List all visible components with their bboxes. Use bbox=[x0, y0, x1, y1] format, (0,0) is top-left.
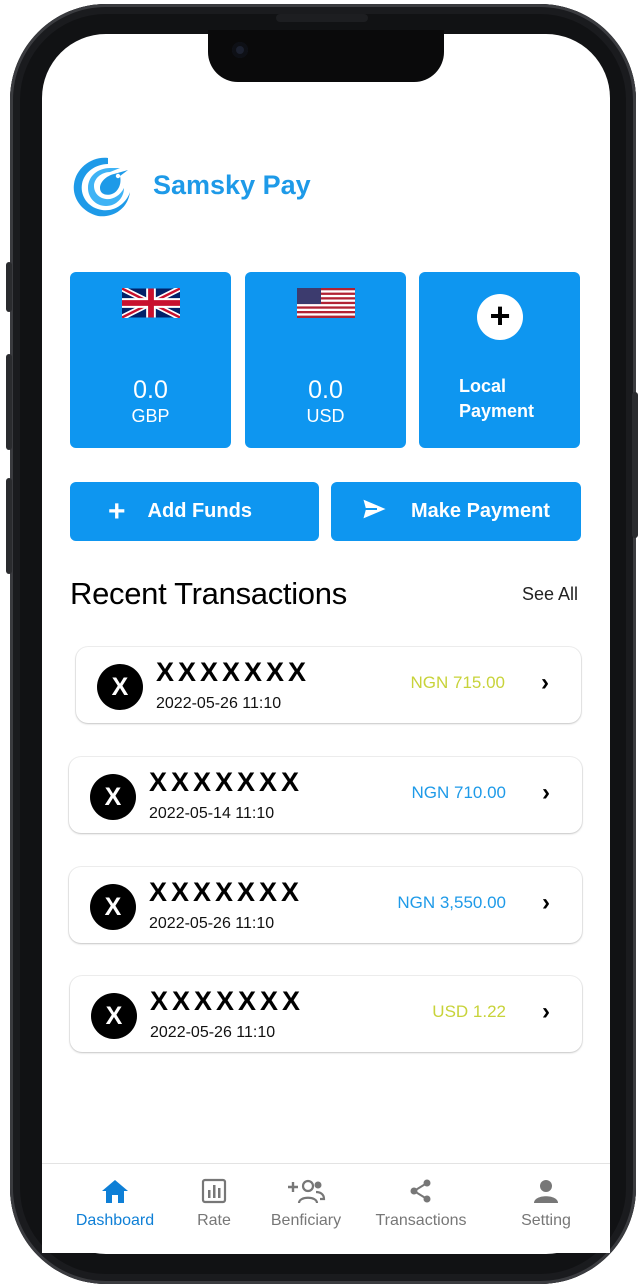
uk-flag-icon bbox=[120, 285, 181, 323]
person-icon bbox=[512, 1164, 580, 1204]
add-user-icon bbox=[256, 1164, 356, 1204]
transaction-name: XXXXXXX bbox=[149, 877, 304, 907]
chevron-right-icon: › bbox=[542, 998, 550, 1025]
mute-switch bbox=[6, 262, 12, 312]
volume-up-button bbox=[6, 354, 12, 450]
usd-amount: 0.0 bbox=[308, 376, 343, 404]
nav-rate-label: Rate bbox=[197, 1212, 231, 1229]
avatar: X bbox=[97, 664, 143, 710]
transaction-date: 2022-05-14 11:10 bbox=[149, 805, 275, 822]
share-icon bbox=[368, 1164, 474, 1204]
transaction-row[interactable]: X XXXXXXX 2022-05-26 11:10 NGN 3,550.00 … bbox=[69, 867, 582, 943]
nav-dashboard-label: Dashboard bbox=[75, 1212, 155, 1229]
nav-beneficiary[interactable]: Benficiary bbox=[256, 1164, 356, 1230]
gbp-amount: 0.0 bbox=[133, 376, 168, 404]
bar-chart-icon bbox=[188, 1164, 240, 1204]
transaction-row[interactable]: X XXXXXXX 2022-05-14 11:10 NGN 710.00 › bbox=[69, 757, 582, 833]
us-flag-icon bbox=[296, 288, 355, 323]
chevron-right-icon: › bbox=[542, 889, 550, 916]
nav-beneficiary-label: Benficiary bbox=[270, 1212, 342, 1229]
nav-dashboard[interactable]: Dashboard bbox=[66, 1164, 164, 1230]
recent-transactions-title: Recent Transactions bbox=[70, 576, 347, 611]
nav-setting-label: Setting bbox=[521, 1212, 571, 1229]
nav-transactions[interactable]: Transactions bbox=[368, 1164, 474, 1230]
volume-down-button bbox=[6, 478, 12, 574]
transaction-date: 2022-05-26 11:10 bbox=[149, 915, 275, 932]
make-payment-label: Make Payment bbox=[411, 500, 550, 522]
speaker-grille bbox=[276, 14, 368, 22]
power-button bbox=[632, 392, 638, 538]
samsky-logo-icon bbox=[68, 154, 134, 220]
transaction-amount: NGN 715.00 bbox=[410, 673, 506, 692]
front-camera bbox=[232, 42, 248, 58]
send-icon bbox=[360, 495, 391, 529]
nav-setting[interactable]: Setting bbox=[512, 1164, 580, 1230]
local-payment-line1: Local bbox=[459, 376, 507, 396]
gbp-balance-card[interactable]: 0.0 GBP bbox=[70, 272, 231, 448]
transaction-amount: NGN 3,550.00 bbox=[397, 893, 506, 912]
avatar: X bbox=[91, 993, 137, 1039]
plus-icon: + bbox=[108, 494, 126, 528]
nav-rate[interactable]: Rate bbox=[188, 1164, 240, 1230]
gbp-currency: GBP bbox=[131, 406, 170, 426]
add-funds-button[interactable]: + Add Funds bbox=[70, 482, 319, 541]
transaction-date: 2022-05-26 11:10 bbox=[150, 1024, 276, 1041]
avatar: X bbox=[90, 774, 136, 820]
chevron-right-icon: › bbox=[541, 669, 549, 696]
transaction-amount: USD 1.22 bbox=[432, 1002, 506, 1021]
transaction-name: XXXXXXX bbox=[150, 986, 305, 1016]
usd-currency: USD bbox=[306, 406, 345, 426]
bottom-navigation: Dashboard Rate Benficiary Transactions S… bbox=[42, 1163, 610, 1253]
local-payment-label: Local Payment bbox=[459, 374, 534, 424]
chevron-right-icon: › bbox=[542, 779, 550, 806]
plus-icon: + bbox=[477, 294, 523, 340]
home-icon bbox=[66, 1164, 164, 1204]
avatar: X bbox=[90, 884, 136, 930]
see-all-link[interactable]: See All bbox=[522, 584, 578, 605]
make-payment-button[interactable]: Make Payment bbox=[331, 482, 581, 541]
app-title: Samsky Pay bbox=[153, 170, 311, 200]
transaction-row[interactable]: X XXXXXXX 2022-05-26 11:10 USD 1.22 › bbox=[70, 976, 582, 1052]
local-payment-line2: Payment bbox=[459, 401, 535, 421]
transaction-date: 2022-05-26 11:10 bbox=[156, 695, 282, 712]
local-payment-card[interactable]: + Local Payment bbox=[419, 272, 580, 448]
nav-transactions-label: Transactions bbox=[375, 1212, 467, 1229]
add-funds-label: Add Funds bbox=[147, 500, 252, 522]
transaction-amount: NGN 710.00 bbox=[411, 783, 507, 802]
transaction-name: XXXXXXX bbox=[149, 767, 304, 797]
transaction-name: XXXXXXX bbox=[156, 657, 311, 687]
usd-balance-card[interactable]: 0.0 USD bbox=[245, 272, 406, 448]
transaction-row[interactable]: X XXXXXXX 2022-05-26 11:10 NGN 715.00 › bbox=[76, 647, 581, 723]
